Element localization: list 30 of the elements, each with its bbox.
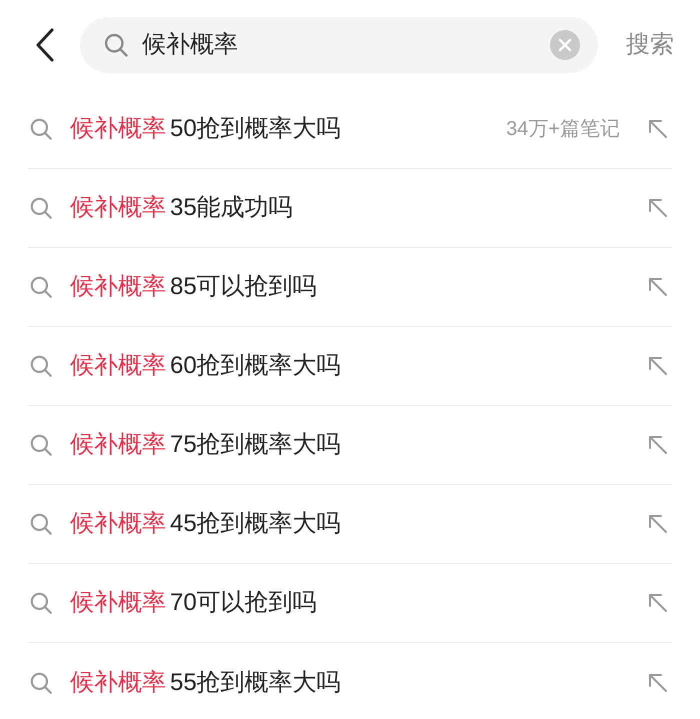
suggestion-item[interactable]: 候补概率 60抢到概率大吗 — [28, 327, 672, 406]
suggestion-item[interactable]: 候补概率 85可以抢到吗 — [28, 248, 672, 327]
note-count: 34万+篇笔记 — [506, 117, 620, 142]
suggestion-item[interactable]: 候补概率 75抢到概率大吗 — [28, 406, 672, 485]
clear-icon[interactable] — [550, 30, 580, 60]
suggestion-text: 候补概率 85可以抢到吗 — [70, 272, 317, 302]
search-icon — [28, 511, 54, 537]
search-icon — [28, 274, 54, 300]
search-icon — [102, 31, 130, 59]
search-icon — [28, 353, 54, 379]
suggestion-text: 候补概率 60抢到概率大吗 — [70, 351, 341, 381]
search-icon — [28, 195, 54, 221]
suggestion-item[interactable]: 候补概率 35能成功吗 — [28, 169, 672, 248]
suggestion-text: 候补概率 70可以抢到吗 — [70, 588, 317, 618]
suggestion-text: 候补概率 55抢到概率大吗 — [70, 668, 341, 698]
suggestion-text: 候补概率 45抢到概率大吗 — [70, 509, 341, 539]
suggestion-text: 候补概率 75抢到概率大吗 — [70, 430, 341, 460]
search-query: 候补概率 — [142, 30, 239, 60]
search-icon — [28, 590, 54, 616]
suggestion-text: 候补概率 50抢到概率大吗 — [70, 114, 341, 144]
suggestion-text: 候补概率 35能成功吗 — [70, 193, 293, 223]
search-field[interactable]: 候补概率 — [80, 17, 598, 73]
suggestion-item[interactable]: 候补概率 45抢到概率大吗 — [28, 485, 672, 564]
search-icon — [28, 670, 54, 696]
search-icon — [28, 116, 54, 142]
back-icon[interactable] — [34, 27, 56, 63]
suggestion-item[interactable]: 候补概率 70可以抢到吗 — [28, 564, 672, 643]
suggestion-item[interactable]: 候补概率 55抢到概率大吗 — [28, 643, 672, 719]
search-icon — [28, 432, 54, 458]
suggestion-item[interactable]: 候补概率 50抢到概率大吗 34万+篇笔记 — [28, 90, 672, 169]
